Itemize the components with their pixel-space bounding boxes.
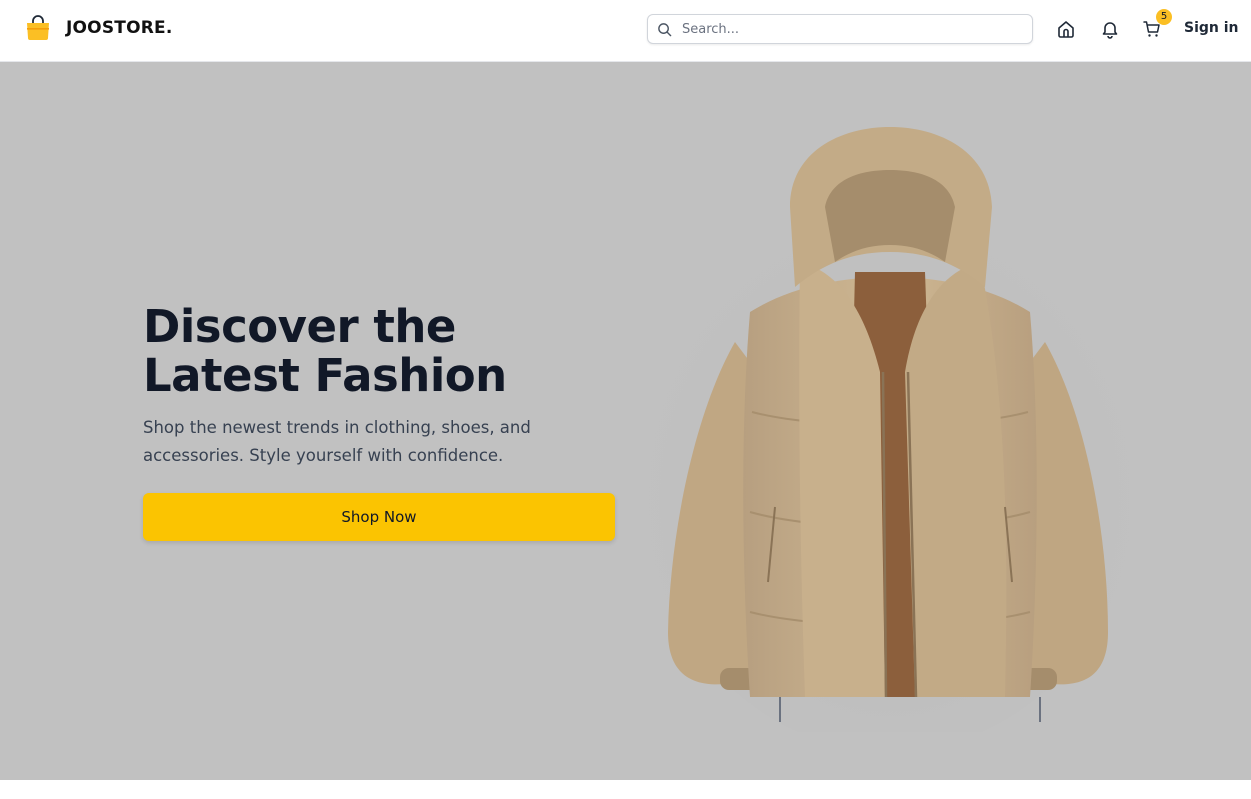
bell-icon[interactable] [1100,19,1120,39]
brand-logo-link[interactable]: JOOSTORE. [24,14,172,42]
signin-link[interactable]: Sign in [1184,20,1239,36]
jacket-image [640,127,1130,732]
search-icon [658,23,672,37]
shopping-bag-icon [27,15,49,40]
hero-subtitle: Shop the newest trends in clothing, shoe… [143,418,531,465]
cart-count-badge: 5 [1156,9,1172,25]
search-input[interactable] [680,18,1025,40]
home-icon[interactable] [1056,19,1076,39]
search-box[interactable] [647,14,1033,44]
brand-name: JOOSTORE. [66,18,173,38]
page-footer-strip [0,780,1251,799]
top-navbar: JOOSTORE. 5 Sign in [0,0,1251,62]
hero-banner: Discover the Latest Fashion Shop the new… [0,62,1251,780]
hero-title: Discover the Latest Fashion [143,300,507,402]
shop-now-button[interactable]: Shop Now [143,493,615,541]
